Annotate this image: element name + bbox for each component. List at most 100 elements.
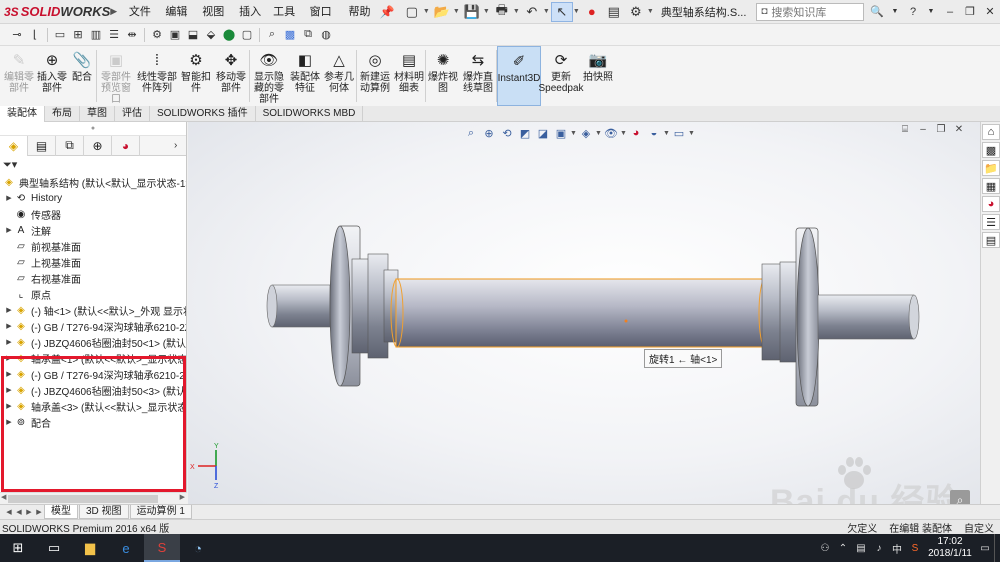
- windows-start-icon[interactable]: ⊞: [0, 534, 36, 562]
- ribbon-button-8[interactable]: ◧ 装配体 特征: [288, 46, 322, 106]
- pin-toolbar-icon[interactable]: ⊸: [8, 26, 26, 44]
- view-palette-icon[interactable]: ▦: [982, 178, 1000, 194]
- model-tab-2[interactable]: 运动算例 1: [129, 505, 192, 519]
- display-manager-tab-icon[interactable]: ◕: [112, 135, 140, 156]
- ribbon-button-4[interactable]: ⁞ 线性零部 件阵列: [135, 46, 179, 106]
- display-style-icon[interactable]: ◈: [577, 124, 595, 142]
- view-settings-icon[interactable]: ▭: [670, 124, 688, 142]
- tree-node[interactable]: ▱ 上视基准面: [0, 254, 186, 270]
- file-properties-icon[interactable]: ▤: [603, 2, 625, 22]
- chevron-down-icon[interactable]: ▼: [688, 130, 695, 137]
- section-view-icon[interactable]: ◩: [516, 124, 534, 142]
- file-explorer-icon[interactable]: 📁: [982, 160, 1000, 176]
- edit-appearance-icon[interactable]: ◕: [627, 124, 645, 142]
- tab-4[interactable]: SOLIDWORKS 插件: [150, 106, 256, 122]
- hide-show-items-icon[interactable]: 👁: [602, 124, 620, 142]
- left-shaft-end[interactable]: [271, 284, 331, 328]
- expand-arrow-icon[interactable]: ▶: [4, 306, 14, 314]
- notification-icon[interactable]: ▭: [976, 543, 994, 554]
- chevron-down-icon[interactable]: ▼: [453, 8, 461, 15]
- solidworks-taskbar-icon[interactable]: S: [144, 534, 180, 562]
- chevron-down-icon[interactable]: ▼: [663, 130, 670, 137]
- feature-manager-tab-icon[interactable]: ◈: [0, 135, 28, 156]
- chevron-down-icon[interactable]: ▼: [543, 8, 551, 15]
- ribbon-button-3[interactable]: ▣ 零部件 预览窗 口: [97, 46, 135, 106]
- people-icon[interactable]: ⚇: [816, 543, 834, 554]
- tree-node[interactable]: ▶ ◈ (-) JBZQ4606毡圈油封50<3> (默认<: [0, 382, 186, 398]
- save-icon[interactable]: 💾: [461, 2, 483, 22]
- tree-node[interactable]: ▶ ◈ (-) JBZQ4606毡圈油封50<1> (默认<: [0, 334, 186, 350]
- chevron-right-icon[interactable]: ›: [174, 140, 186, 151]
- viewport-close-icon[interactable]: ✕: [950, 124, 968, 135]
- model-tab-0[interactable]: 模型: [44, 505, 78, 519]
- menu-item-2[interactable]: 视图(V): [196, 0, 233, 42]
- chevron-down-icon[interactable]: ▼: [647, 8, 655, 15]
- appearances-icon[interactable]: ◕: [982, 196, 1000, 212]
- assembly-model[interactable]: Y X Z: [188, 122, 980, 504]
- network-icon[interactable]: ▤: [852, 543, 870, 554]
- chevron-down-icon[interactable]: ▼: [573, 8, 581, 15]
- scroll-right-icon[interactable]: ▶: [180, 493, 185, 501]
- tab-5[interactable]: SOLIDWORKS MBD: [256, 106, 364, 122]
- list-icon[interactable]: ☰: [105, 26, 123, 44]
- grid-icon[interactable]: ⊞: [69, 26, 87, 44]
- sketch-icon[interactable]: ▭: [51, 26, 69, 44]
- tree-node[interactable]: ▶ ◈ (-) GB / T276-94深沟球轴承6210-2Z: [0, 318, 186, 334]
- tree-node[interactable]: ◉ 传感器: [0, 206, 186, 222]
- tree-node[interactable]: ⌞ 原点: [0, 286, 186, 302]
- frame-icon[interactable]: ▢: [238, 26, 256, 44]
- viewport-restore-icon[interactable]: ⌸: [896, 124, 914, 135]
- property-manager-tab-icon[interactable]: ▤: [28, 135, 56, 156]
- tab-next-icon[interactable]: ▶: [24, 508, 34, 516]
- view-orientation-icon[interactable]: ▣: [552, 124, 570, 142]
- location-pin-icon[interactable]: ⬤: [220, 26, 238, 44]
- ribbon-button-13[interactable]: ⇆ 爆炸直 线草图: [460, 46, 496, 106]
- chevron-down-icon[interactable]: ▼: [483, 8, 491, 15]
- tab-3[interactable]: 评估: [115, 106, 150, 122]
- solidworks-resources-icon[interactable]: ⌂: [982, 124, 1000, 140]
- forum-icon[interactable]: ▤: [982, 232, 1000, 248]
- menu-item-6[interactable]: 帮助(H): [343, 0, 380, 42]
- ribbon-button-5[interactable]: ⚙ 智能扣 件: [179, 46, 213, 106]
- tab-0[interactable]: 装配体: [0, 106, 45, 122]
- search-input[interactable]: ◘ 搜索知识库: [756, 2, 864, 21]
- help-icon[interactable]: ?: [904, 6, 922, 18]
- bars-icon[interactable]: ▥: [87, 26, 105, 44]
- restore-button[interactable]: ❐: [960, 5, 980, 18]
- panel-grip[interactable]: ●: [0, 122, 186, 136]
- menu-item-1[interactable]: 编辑(E): [159, 0, 196, 42]
- layers-icon[interactable]: ⬓: [184, 26, 202, 44]
- blue-box-icon[interactable]: ▩: [281, 26, 299, 44]
- tree-node[interactable]: ▶ ⊚ 配合: [0, 414, 186, 430]
- left-bearing-cap-face[interactable]: [329, 225, 351, 387]
- main-shaft-selected[interactable]: [395, 278, 767, 348]
- new-document-icon[interactable]: ▢: [401, 2, 423, 22]
- filter-icon[interactable]: ⏷▾: [0, 156, 186, 174]
- expand-arrow-icon[interactable]: ▶: [4, 226, 14, 234]
- ribbon-button-16[interactable]: 📷 拍快照: [581, 46, 615, 106]
- ribbon-button-1[interactable]: ⊕ 插入零 部件: [36, 46, 68, 106]
- chevron-down-icon[interactable]: ▼: [886, 8, 904, 15]
- expand-arrow-icon[interactable]: ▶: [4, 194, 14, 202]
- viewport-maximize-icon[interactable]: ❐: [932, 124, 950, 135]
- ribbon-button-15[interactable]: ⟳ 更新 Speedpak: [538, 46, 583, 106]
- expand-arrow-icon[interactable]: ▶: [4, 418, 14, 426]
- chevron-down-icon[interactable]: ▼: [922, 8, 940, 15]
- ribbon-button-2[interactable]: 📎 配合: [68, 46, 96, 106]
- tray-expand-icon[interactable]: ⌃: [834, 543, 852, 554]
- volume-icon[interactable]: ♪: [870, 543, 888, 554]
- graphics-area[interactable]: Y X Z ⌕ ⊕ ⟲ ◩ ◪ ▣ ▼ ◈ ▼ 👁 ▼ ◕ ◒ ▼ ▭ ▼ ⌸ – ❐ ✕…: [188, 122, 980, 504]
- chevron-down-icon[interactable]: ▼: [423, 8, 431, 15]
- right-shaft-end-face[interactable]: [908, 294, 920, 340]
- apply-scene-icon[interactable]: ◒: [645, 124, 663, 142]
- file-explorer-taskbar-icon[interactable]: ▆: [72, 534, 108, 562]
- sogou-ime-icon[interactable]: S: [906, 543, 924, 554]
- open-folder-icon[interactable]: 📂: [431, 2, 453, 22]
- menu-expand-icon[interactable]: ▶: [110, 6, 121, 17]
- horizontal-scrollbar[interactable]: ◀ ▶: [0, 492, 187, 504]
- ribbon-button-6[interactable]: ✥ 移动零 部件: [213, 46, 249, 106]
- task-view-icon[interactable]: ▭: [36, 534, 72, 562]
- select-arrow-icon[interactable]: ↖: [550, 1, 573, 22]
- minimize-button[interactable]: –: [940, 6, 960, 18]
- palette-icon[interactable]: ◍: [317, 26, 335, 44]
